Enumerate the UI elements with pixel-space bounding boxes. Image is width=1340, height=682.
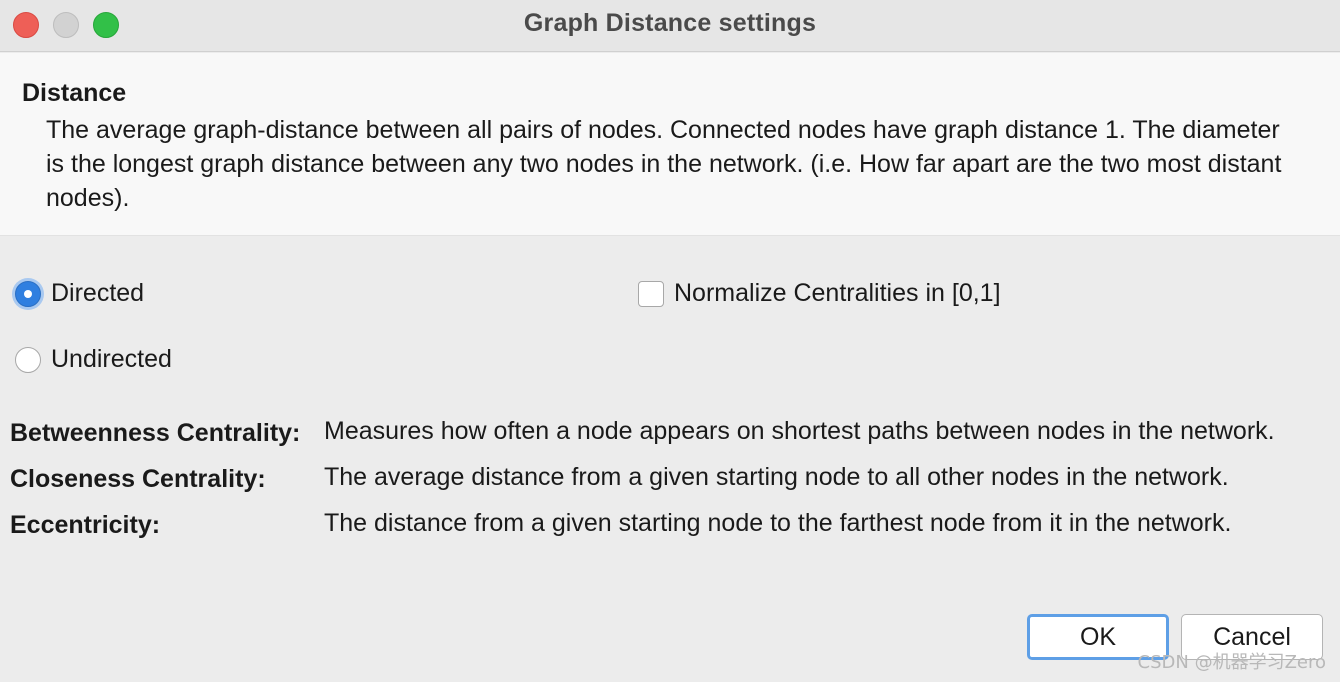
directed-radio[interactable] xyxy=(15,280,41,307)
closeness-definition: The average distance from a given starti… xyxy=(324,463,1229,491)
undirected-radio[interactable] xyxy=(15,346,41,373)
betweenness-term: Betweenness Centrality: xyxy=(10,419,301,447)
section-description: The average graph-distance between all p… xyxy=(46,116,1282,212)
betweenness-definition: Measures how often a node appears on sho… xyxy=(324,417,1275,445)
title-bar: Graph Distance settings xyxy=(0,0,1340,52)
watermark-text: CSDN @机器学习Zero xyxy=(1137,652,1326,673)
normalize-checkbox-label: Normalize Centralities in [0,1] xyxy=(674,279,1001,307)
description-panel: Distance The average graph-distance betw… xyxy=(0,53,1340,236)
section-title: Distance xyxy=(22,79,127,107)
normalize-checkbox-option[interactable]: Normalize Centralities in [0,1] xyxy=(638,279,1001,308)
undirected-radio-label: Undirected xyxy=(51,345,172,373)
eccentricity-term: Eccentricity: xyxy=(10,511,161,539)
normalize-checkbox[interactable] xyxy=(638,280,664,307)
directed-radio-option[interactable]: Directed xyxy=(15,279,144,308)
graph-distance-settings-dialog: Graph Distance settings Distance The ave… xyxy=(0,0,1340,682)
undirected-radio-option[interactable]: Undirected xyxy=(15,345,172,374)
eccentricity-definition: The distance from a given starting node … xyxy=(324,509,1232,537)
window-title: Graph Distance settings xyxy=(523,9,817,37)
closeness-term: Closeness Centrality: xyxy=(10,465,266,493)
directed-radio-label: Directed xyxy=(51,279,145,307)
